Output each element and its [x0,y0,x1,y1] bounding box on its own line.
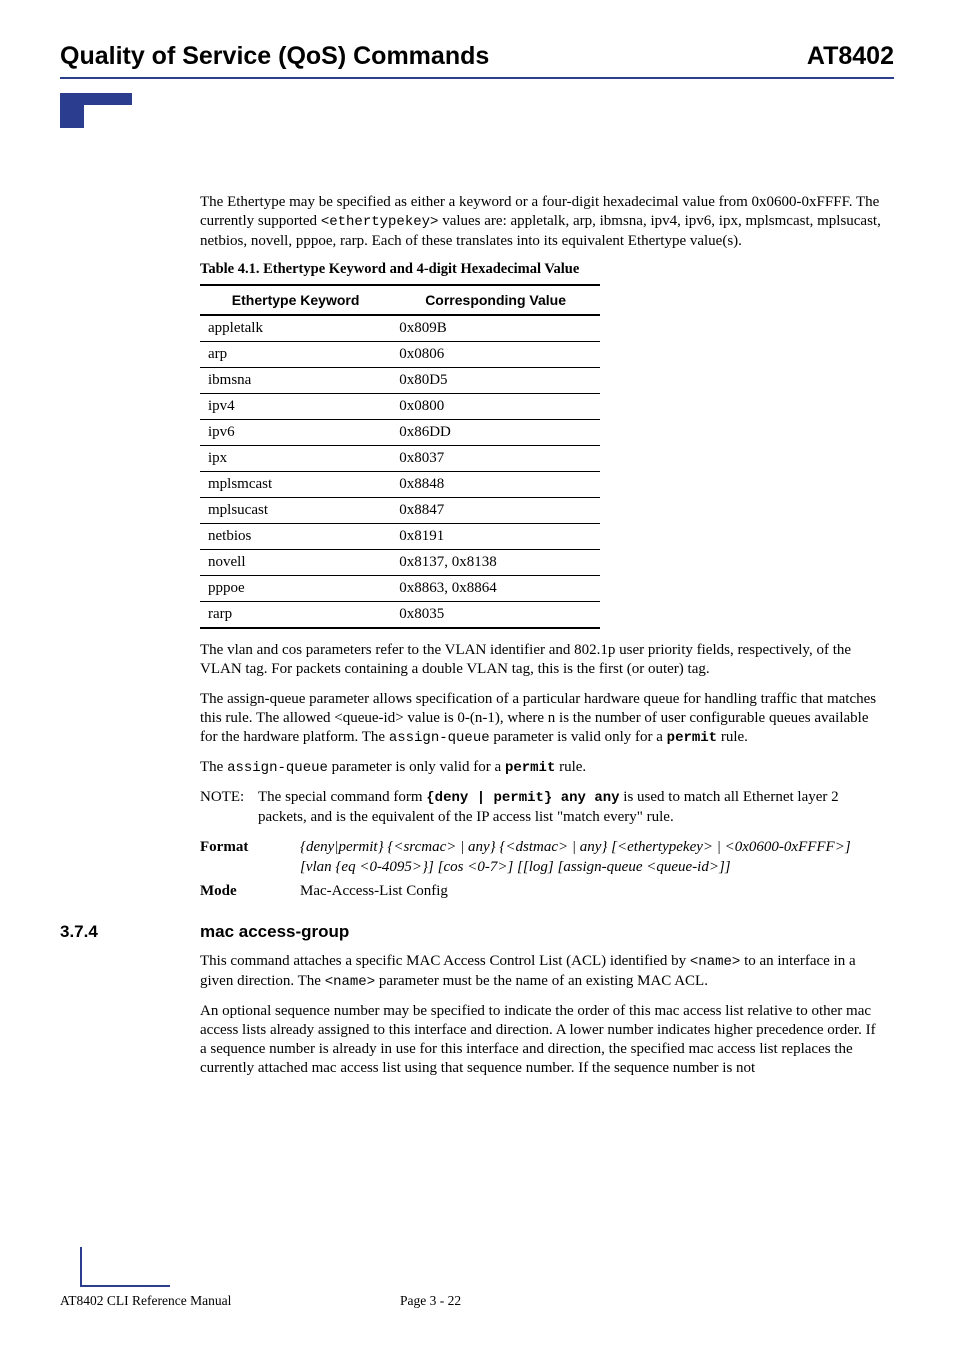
cell-keyword: netbios [200,524,391,550]
cell-value: 0x8191 [391,524,600,550]
aq1-text-c: rule. [717,729,748,745]
table-row: appletalk0x809B [200,315,600,342]
footer-corner-mark [60,1247,894,1287]
section-number: 3.7.4 [60,922,200,942]
format-label: Format [200,837,300,878]
table-row: ipv40x0800 [200,394,600,420]
section-body: This command attaches a specific MAC Acc… [200,952,884,1079]
body-column: The Ethertype may be specified as either… [200,193,884,902]
cell-value: 0x8137, 0x8138 [391,550,600,576]
cell-value: 0x8848 [391,472,600,498]
cell-keyword: ipx [200,446,391,472]
aq2-code: assign-queue [227,760,328,776]
table-caption: Table 4.1. Ethertype Keyword and 4-digit… [200,261,884,278]
cell-value: 0x80D5 [391,368,600,394]
cell-keyword: appletalk [200,315,391,342]
cell-value: 0x0800 [391,394,600,420]
note-body: The special command form {deny | permit}… [258,788,884,827]
intro-paragraph: The Ethertype may be specified as either… [200,193,884,251]
cell-keyword: novell [200,550,391,576]
aq2-text-b: parameter is only valid for a [328,759,505,775]
aq1-code: assign-queue [389,730,490,746]
mag-p1-a: This command attaches a specific MAC Acc… [200,953,690,969]
note-code-anyany: any any [552,790,619,806]
cell-keyword: ipv6 [200,420,391,446]
aq1-permit: permit [667,730,717,746]
table-row: ibmsna0x80D5 [200,368,600,394]
aq2-permit: permit [505,760,555,776]
table-header-keyword: Ethertype Keyword [200,285,391,315]
format-body: {deny|permit} {<srcmac> | any} {<dstmac>… [300,837,884,878]
table-row: mplsmcast0x8848 [200,472,600,498]
cell-value: 0x8847 [391,498,600,524]
assign-queue-paragraph-2: The assign-queue parameter is only valid… [200,758,884,778]
brand-logo [60,93,170,153]
header-title-left: Quality of Service (QoS) Commands [60,42,489,71]
mode-label: Mode [200,881,300,901]
page-footer: AT8402 CLI Reference Manual Page 3 - 22 [60,1247,894,1309]
section-title: mac access-group [200,922,349,942]
cell-value: 0x8037 [391,446,600,472]
table-row: novell0x8137, 0x8138 [200,550,600,576]
section-heading: 3.7.4 mac access-group [200,922,894,942]
cell-value: 0x86DD [391,420,600,446]
note-block: NOTE: The special command form {deny | p… [200,788,884,827]
table-row: pppoe0x8863, 0x8864 [200,576,600,602]
mac-access-group-p1: This command attaches a specific MAC Acc… [200,952,884,992]
mode-row: Mode Mac-Access-List Config [200,881,884,901]
table-row: ipv60x86DD [200,420,600,446]
logo-shape-white [84,105,139,145]
note-code-denypermit: {deny | permit} [426,790,552,806]
footer-page-number: Page 3 - 22 [400,1293,461,1309]
mode-body: Mac-Access-List Config [300,881,884,901]
cell-keyword: arp [200,342,391,368]
cell-keyword: mplsmcast [200,472,391,498]
table-header-row: Ethertype Keyword Corresponding Value [200,285,600,315]
aq1-text-b: parameter is valid only for a [490,729,667,745]
cell-value: 0x0806 [391,342,600,368]
cell-value: 0x809B [391,315,600,342]
table-header-value: Corresponding Value [391,285,600,315]
aq2-text-c: rule. [555,759,586,775]
table-row: rarp0x8035 [200,602,600,629]
cell-value: 0x8863, 0x8864 [391,576,600,602]
aq2-text-a: The [200,759,227,775]
cell-value: 0x8035 [391,602,600,629]
mac-access-group-p2: An optional sequence number may be speci… [200,1002,884,1079]
note-text-a: The special command form [258,789,426,805]
footer-manual-title: AT8402 CLI Reference Manual [60,1293,400,1309]
assign-queue-paragraph-1: The assign-queue parameter allows specif… [200,690,884,748]
vlan-cos-paragraph: The vlan and cos parameters refer to the… [200,641,884,679]
header-rule [60,77,894,79]
cell-keyword: ipv4 [200,394,391,420]
mag-p1-code2: <name> [325,974,375,990]
footer-vertical-rule [80,1247,82,1287]
cell-keyword: rarp [200,602,391,629]
mag-p1-code1: <name> [690,954,740,970]
table-row: netbios0x8191 [200,524,600,550]
table-row: ipx0x8037 [200,446,600,472]
cell-keyword: mplsucast [200,498,391,524]
ethertype-table: Ethertype Keyword Corresponding Value ap… [200,284,600,629]
intro-code-ethertypekey: <ethertypekey> [321,214,439,230]
mag-p1-c: parameter must be the name of an existin… [375,973,708,989]
header-title-right: AT8402 [807,42,894,71]
note-label: NOTE: [200,788,258,827]
format-row: Format {deny|permit} {<srcmac> | any} {<… [200,837,884,878]
table-row: arp0x0806 [200,342,600,368]
cell-keyword: ibmsna [200,368,391,394]
table-row: mplsucast0x8847 [200,498,600,524]
cell-keyword: pppoe [200,576,391,602]
footer-horizontal-rule [80,1285,170,1287]
page-header: Quality of Service (QoS) Commands AT8402 [60,42,894,77]
